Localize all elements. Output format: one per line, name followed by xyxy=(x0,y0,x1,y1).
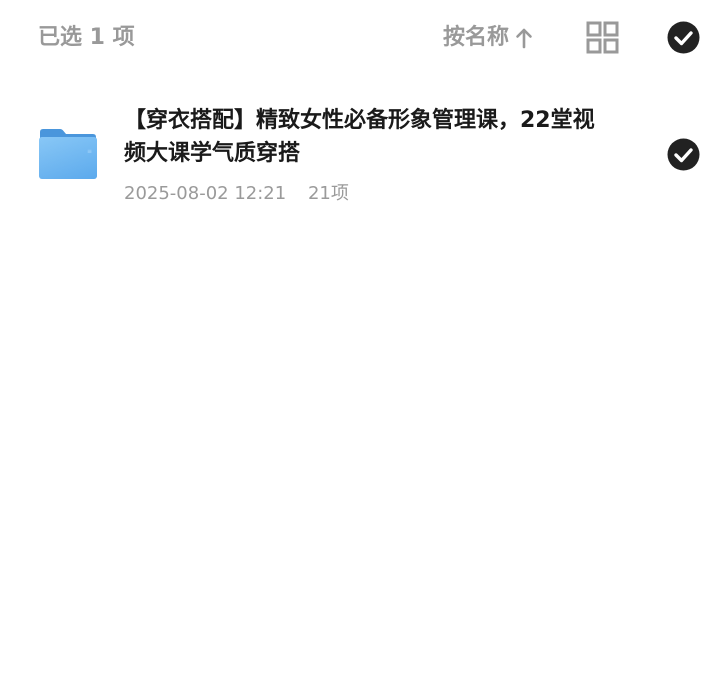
folder-icon: ≡ xyxy=(39,129,97,179)
selected-count-label: 已选 1 项 xyxy=(38,25,135,50)
arrow-up-icon xyxy=(516,28,532,49)
row-check-icon[interactable] xyxy=(667,138,700,171)
select-all-check-icon[interactable] xyxy=(667,21,700,54)
file-meta: 2025-08-02 12:21 21项 xyxy=(124,182,349,206)
selection-toolbar: 已选 1 项 按名称 xyxy=(0,0,714,76)
sort-label: 按名称 xyxy=(443,25,510,50)
file-item-count: 21项 xyxy=(307,183,349,204)
svg-text:≡: ≡ xyxy=(87,148,92,155)
file-name: 【穿衣搭配】精致女性必备形象管理课，22堂视频大课学气质穿搭 xyxy=(124,108,595,166)
file-date: 2025-08-02 12:21 xyxy=(124,183,287,204)
sort-by-name-button[interactable]: 按名称 xyxy=(443,22,533,54)
grid-view-icon[interactable] xyxy=(586,21,619,54)
file-row[interactable]: ≡ 【穿衣搭配】精致女性必备形象管理课，22堂视频大课学气质穿搭 2025-08… xyxy=(0,96,714,216)
